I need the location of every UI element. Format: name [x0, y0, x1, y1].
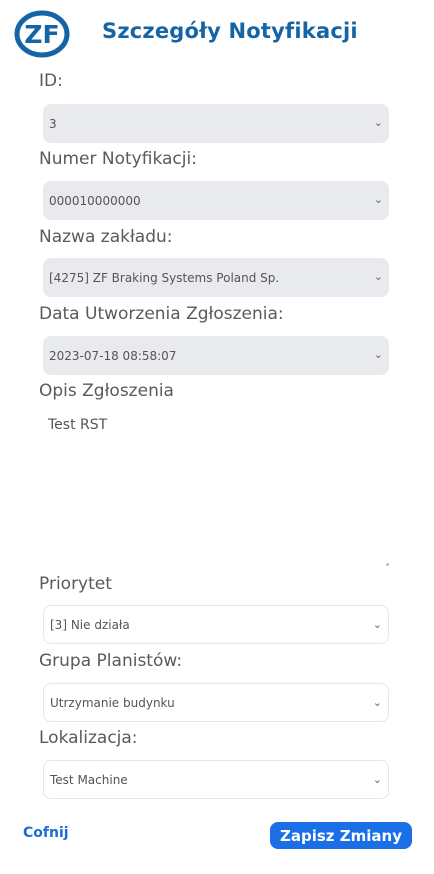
- lokalizacja-select[interactable]: Test Machine ⌄: [43, 760, 389, 799]
- opis-value: Test RST: [48, 417, 108, 433]
- id-select[interactable]: 3 ⌄: [43, 104, 389, 143]
- chevron-down-icon: ⌄: [373, 193, 383, 206]
- priorytet-select[interactable]: [3] Nie działa ⌄: [43, 605, 389, 644]
- zaklad-select[interactable]: [4275] ZF Braking Systems Poland Sp. ⌄: [43, 258, 389, 297]
- id-label: ID:: [39, 71, 63, 91]
- chevron-down-icon: ⌄: [372, 696, 382, 709]
- grupa-value: Utrzymanie budynku: [50, 695, 175, 710]
- chevron-down-icon: ⌄: [372, 618, 382, 631]
- chevron-down-icon: ⌄: [372, 773, 382, 786]
- back-link[interactable]: Cofnij: [23, 825, 69, 841]
- logo-text: ZF: [24, 20, 59, 49]
- numer-label: Numer Notyfikacji:: [39, 149, 197, 169]
- opis-label: Opis Zgłoszenia: [39, 381, 174, 401]
- resize-handle[interactable]: [386, 563, 389, 566]
- header: ZF Szczegóły Notyfikacji: [0, 0, 434, 70]
- data-value: 2023-07-18 08:58:07: [49, 348, 177, 363]
- priorytet-label: Priorytet: [39, 574, 112, 594]
- chevron-down-icon: ⌄: [373, 116, 383, 129]
- grupa-select[interactable]: Utrzymanie budynku ⌄: [43, 683, 389, 722]
- zaklad-label: Nazwa zakładu:: [39, 227, 173, 247]
- lokalizacja-value: Test Machine: [50, 772, 128, 787]
- numer-value: 000010000000: [49, 193, 141, 208]
- zaklad-value: [4275] ZF Braking Systems Poland Sp.: [49, 270, 280, 285]
- data-label: Data Utworzenia Zgłoszenia:: [39, 304, 284, 324]
- zf-logo: ZF: [14, 10, 70, 58]
- chevron-down-icon: ⌄: [373, 348, 383, 361]
- data-select[interactable]: 2023-07-18 08:58:07 ⌄: [43, 336, 389, 375]
- grupa-label: Grupa Planistów:: [39, 651, 183, 671]
- save-button[interactable]: Zapisz Zmiany: [270, 822, 412, 849]
- chevron-down-icon: ⌄: [373, 270, 383, 283]
- lokalizacja-label: Lokalizacja:: [39, 728, 138, 748]
- page-title: Szczegóły Notyfikacji: [102, 19, 358, 43]
- priorytet-value: [3] Nie działa: [50, 617, 130, 632]
- numer-select[interactable]: 000010000000 ⌄: [43, 181, 389, 220]
- id-value: 3: [49, 116, 57, 131]
